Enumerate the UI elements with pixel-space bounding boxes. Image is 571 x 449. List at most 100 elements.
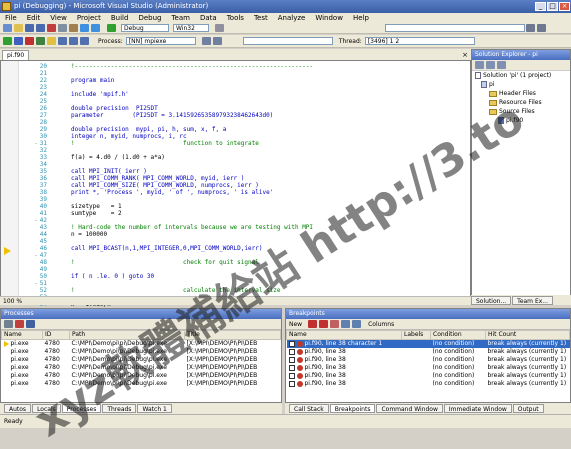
resume-icon[interactable]: [212, 37, 222, 45]
show-all-files-icon[interactable]: [486, 61, 495, 69]
tree-header-files[interactable]: Header Files: [489, 90, 536, 98]
tree-source-files[interactable]: Source Files: [489, 108, 535, 116]
col-id[interactable]: ID: [42, 330, 70, 340]
fold-marker-icon[interactable]: -: [34, 280, 38, 288]
editor-horizontal-scrollbar[interactable]: 100 %: [0, 296, 471, 305]
menu-test[interactable]: Test: [249, 13, 273, 23]
tab-solution-explorer[interactable]: Solution...: [471, 295, 512, 305]
breakpoint-row[interactable]: pi.f90, line 38 (no condition) break alway…: [287, 372, 570, 380]
tab-team-explorer[interactable]: Team Ex...: [512, 295, 554, 305]
breakpoint-row[interactable]: pi.f90, line 38 (no condition) break alway…: [287, 356, 570, 364]
menu-build[interactable]: Build: [106, 13, 134, 23]
thread-combo[interactable]: [3496] 1 2: [364, 37, 475, 45]
save-icon[interactable]: [25, 24, 34, 32]
attach-icon[interactable]: [4, 320, 13, 328]
tab-watch-1[interactable]: Watch 1: [137, 404, 172, 413]
step-out-icon[interactable]: [80, 37, 89, 45]
copy-icon[interactable]: [58, 24, 67, 32]
breakpoint-enabled-checkbox[interactable]: [288, 356, 295, 363]
continue-icon[interactable]: [3, 37, 12, 45]
properties-icon[interactable]: [537, 24, 546, 32]
col-name[interactable]: Name: [1, 330, 43, 340]
breakpoint-row[interactable]: pi.f90, line 38 (no condition) break alway…: [287, 380, 570, 388]
tree-file-pi-f90[interactable]: pi.f90: [498, 117, 523, 125]
find-combo[interactable]: [385, 24, 525, 32]
properties-icon[interactable]: [475, 61, 484, 69]
suspend-icon[interactable]: [201, 37, 211, 45]
tree-resource-files[interactable]: Resource Files: [489, 99, 542, 107]
tab-immediate-window[interactable]: Immediate Window: [443, 404, 512, 413]
close-doc-icon[interactable]: ×: [462, 51, 468, 59]
fold-marker-icon[interactable]: -: [34, 252, 38, 260]
col-bp-name[interactable]: Name: [286, 330, 402, 340]
menu-tools[interactable]: Tools: [222, 13, 249, 23]
breakpoint-row[interactable]: pi.f90, line 38 (no condition) break alway…: [287, 364, 570, 372]
delete-all-breakpoints-icon[interactable]: [319, 320, 329, 328]
breakpoint-enabled-checkbox[interactable]: [288, 340, 295, 347]
tab-autos[interactable]: Autos: [4, 404, 32, 413]
process-row[interactable]: pi.exe 4780 C:\MPI\Demo\pi\pi\Debug\pi.exe…: [2, 364, 281, 372]
cut-icon[interactable]: [47, 24, 56, 32]
go-to-source-icon[interactable]: [341, 320, 351, 328]
tab-command-window[interactable]: Command Window: [376, 404, 443, 413]
tree-project[interactable]: pi: [481, 81, 494, 89]
menu-analyze[interactable]: Analyze: [273, 13, 311, 23]
tab-locals[interactable]: Locals: [32, 404, 61, 413]
process-row[interactable]: pi.exe 4780 C:\MPI\Demo\pi\pi\Debug\pi.exe…: [2, 348, 281, 356]
stack-frame-combo[interactable]: [242, 37, 333, 45]
menu-team[interactable]: Team: [166, 13, 195, 23]
minimize-button[interactable]: _: [535, 2, 546, 11]
col-bp-condition[interactable]: Condition: [430, 330, 486, 340]
find-icon[interactable]: [215, 24, 224, 32]
menu-edit[interactable]: Edit: [22, 13, 46, 23]
process-combo[interactable]: [NN] mpiexe: [125, 37, 196, 45]
fold-marker-icon[interactable]: -: [34, 217, 38, 225]
close-button[interactable]: ×: [559, 2, 570, 11]
zoom-level[interactable]: 100 %: [0, 297, 22, 306]
break-process-icon[interactable]: [26, 320, 35, 328]
process-row[interactable]: pi.exe 4780 C:\MPI\Demo\pi\pi\Debug\pi.exe…: [2, 380, 281, 388]
maximize-button[interactable]: □: [547, 2, 558, 11]
delete-breakpoint-icon[interactable]: [308, 320, 318, 328]
breakpoint-enabled-checkbox[interactable]: [288, 364, 295, 371]
config-combo[interactable]: Debug: [121, 24, 169, 32]
menu-window[interactable]: Window: [310, 13, 348, 23]
menu-debug[interactable]: Debug: [133, 13, 166, 23]
tree-solution[interactable]: Solution 'pi' (1 project): [475, 72, 551, 80]
redo-icon[interactable]: [91, 24, 100, 32]
menu-file[interactable]: File: [0, 13, 22, 23]
breakpoint-enabled-checkbox[interactable]: [288, 348, 295, 355]
open-file-icon[interactable]: [14, 24, 23, 32]
disable-all-breakpoints-icon[interactable]: [330, 320, 340, 328]
col-path[interactable]: Path: [69, 330, 185, 340]
save-all-icon[interactable]: [36, 24, 45, 32]
col-bp-labels[interactable]: Labels: [401, 330, 431, 340]
new-project-icon[interactable]: [3, 24, 12, 32]
step-over-icon[interactable]: [69, 37, 78, 45]
detach-icon[interactable]: [15, 320, 24, 328]
menu-help[interactable]: Help: [348, 13, 374, 23]
menu-view[interactable]: View: [45, 13, 72, 23]
stop-debugging-icon[interactable]: [25, 37, 34, 45]
breakpoint-enabled-checkbox[interactable]: [288, 372, 295, 379]
menu-project[interactable]: Project: [72, 13, 106, 23]
menu-data[interactable]: Data: [195, 13, 222, 23]
breakpoint-row[interactable]: pi.f90, line 38 character 1 (no condition…: [286, 339, 570, 348]
breakpoint-row[interactable]: pi.f90, line 38 (no condition) break alway…: [287, 348, 570, 356]
start-debugging-icon[interactable]: [107, 24, 116, 32]
process-row[interactable]: pi.exe 4780 C:\MPI\Demo\pi\pi\Debug\pi.exe…: [2, 356, 281, 364]
columns-dropdown[interactable]: Columns: [368, 321, 394, 328]
platform-combo[interactable]: Win32: [173, 24, 209, 32]
show-next-statement-icon[interactable]: [47, 37, 56, 45]
paste-icon[interactable]: [69, 24, 78, 32]
go-to-disassembly-icon[interactable]: [352, 320, 362, 328]
fold-marker-icon[interactable]: -: [34, 140, 38, 148]
breakpoint-gutter[interactable]: [1, 61, 19, 304]
tab-processes[interactable]: Processes: [61, 404, 102, 413]
tab-call-stack[interactable]: Call Stack: [289, 404, 329, 413]
solution-explorer-icon[interactable]: [526, 24, 535, 32]
breakpoint-enabled-checkbox[interactable]: [288, 380, 295, 387]
tab-threads[interactable]: Threads: [102, 404, 137, 413]
tab-breakpoints[interactable]: Breakpoints: [329, 404, 376, 413]
new-breakpoint-button[interactable]: New: [289, 321, 302, 328]
